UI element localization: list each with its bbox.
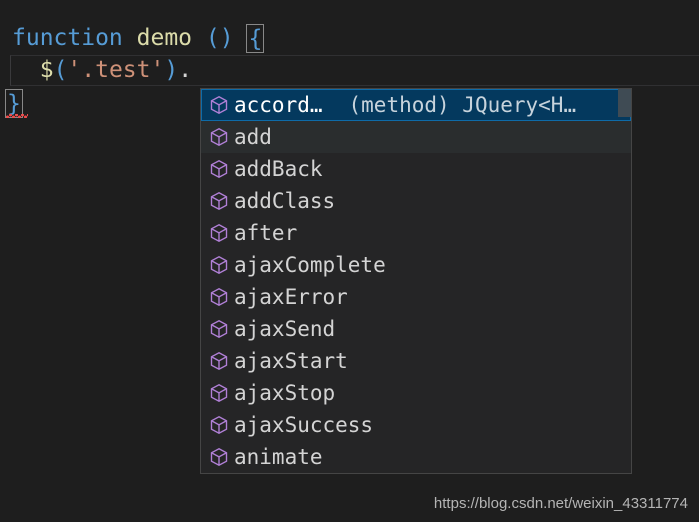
code-line-1: function demo () { xyxy=(0,22,699,54)
suggest-item-accord[interactable]: accord… (method) JQuery<H… xyxy=(201,89,631,121)
token-open-paren: ( xyxy=(205,25,220,51)
symbol-method-cube-icon xyxy=(208,222,230,244)
suggest-item-detail: (method) JQuery<H… xyxy=(348,93,577,117)
symbol-method-cube-icon xyxy=(208,414,230,436)
suggest-item-ajaxsend[interactable]: ajaxSend xyxy=(201,313,631,345)
suggest-item-label: ajaxSuccess xyxy=(234,413,374,437)
symbol-method-cube-icon xyxy=(208,350,230,372)
token-keyword-function: function xyxy=(12,25,123,51)
symbol-method-cube-icon xyxy=(208,318,230,340)
token-close-paren: ) xyxy=(164,57,179,83)
suggest-item-label: addBack xyxy=(234,157,323,181)
suggest-item-label: ajaxStart xyxy=(234,349,348,373)
suggest-widget[interactable]: accord… (method) JQuery<H… add addBack addCl… xyxy=(200,88,632,474)
suggest-item-label: accord… xyxy=(234,93,323,117)
symbol-method-cube-icon xyxy=(208,254,230,276)
suggest-scrollbar-thumb[interactable] xyxy=(618,89,631,117)
suggest-item-addback[interactable]: addBack xyxy=(201,153,631,185)
suggest-item-animate[interactable]: animate xyxy=(201,441,631,473)
suggest-item-after[interactable]: after xyxy=(201,217,631,249)
symbol-method-cube-icon xyxy=(208,158,230,180)
suggest-item-label: animate xyxy=(234,445,323,469)
bracket-match-close-brace: } xyxy=(5,89,28,118)
suggest-item-ajaxstart[interactable]: ajaxStart xyxy=(201,345,631,377)
symbol-method-cube-icon xyxy=(208,446,230,468)
suggest-item-ajaxsuccess[interactable]: ajaxSuccess xyxy=(201,409,631,441)
symbol-method-cube-icon xyxy=(208,94,230,116)
token-open-paren: ( xyxy=(53,57,68,83)
suggest-item-label: ajaxSend xyxy=(234,317,336,341)
symbol-method-cube-icon xyxy=(208,190,230,212)
suggest-item-addclass[interactable]: addClass xyxy=(201,185,631,217)
token-jquery-dollar: $ xyxy=(39,57,54,83)
suggest-item-label: after xyxy=(234,221,298,245)
code-line-2: $('.test'). xyxy=(0,54,699,86)
error-squiggle xyxy=(6,114,28,118)
suggest-item-label: add xyxy=(234,125,272,149)
suggest-item-label: addClass xyxy=(234,189,336,213)
watermark-url: https://blog.csdn.net/weixin_43311774 xyxy=(433,495,688,512)
symbol-method-cube-icon xyxy=(208,286,230,308)
suggest-item-label: ajaxStop xyxy=(234,381,336,405)
suggest-list[interactable]: accord… (method) JQuery<H… add addBack addCl… xyxy=(201,89,631,473)
token-dot: . xyxy=(178,57,193,83)
suggest-item-ajaxerror[interactable]: ajaxError xyxy=(201,281,631,313)
suggest-item-ajaxcomplete[interactable]: ajaxComplete xyxy=(201,249,631,281)
symbol-method-cube-icon xyxy=(208,126,230,148)
code-line-3: } xyxy=(5,89,28,118)
suggest-scrollbar[interactable] xyxy=(618,89,631,473)
symbol-method-cube-icon xyxy=(208,382,230,404)
suggest-item-label: ajaxComplete xyxy=(234,253,386,277)
suggest-item-label: ajaxError xyxy=(234,285,348,309)
token-close-paren: ) xyxy=(219,25,234,51)
suggest-item-ajaxstop[interactable]: ajaxStop xyxy=(201,377,631,409)
suggest-item-add[interactable]: add xyxy=(201,121,631,153)
token-function-name: demo xyxy=(136,25,193,51)
token-string-selector: '.test' xyxy=(67,57,165,83)
bracket-match-open-brace: { xyxy=(246,24,265,53)
